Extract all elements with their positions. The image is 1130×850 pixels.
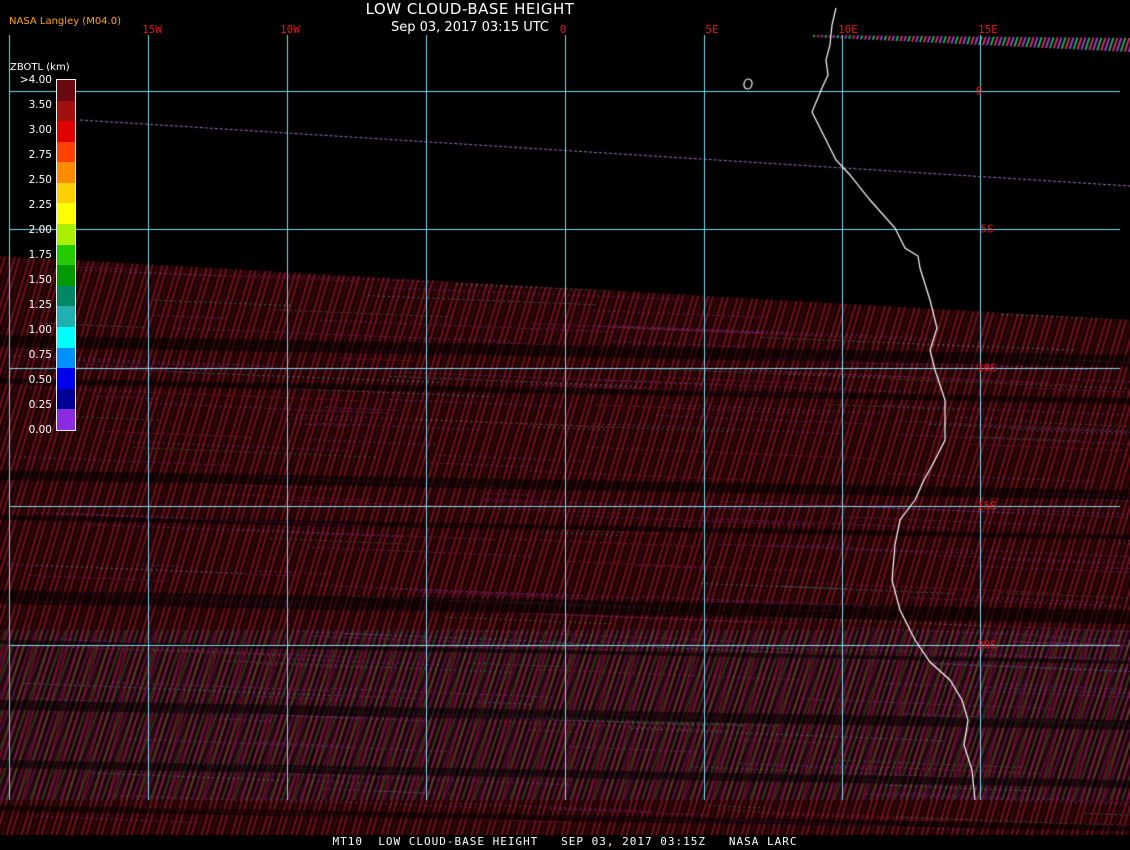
- lon-label-15e: 15E: [978, 23, 998, 36]
- legend-label: >4.00: [19, 74, 52, 86]
- legend-swatch: [57, 388, 75, 410]
- lat-label-0: 0: [975, 84, 983, 98]
- legend-swatch: [57, 100, 75, 122]
- legend-swatch: [57, 368, 75, 389]
- legend-label: 0.25: [28, 399, 52, 411]
- legend-label: 3.00: [28, 124, 52, 136]
- lat-label-5s: 5S: [980, 222, 994, 236]
- map-timestamp: Sep 03, 2017 03:15 UTC: [390, 20, 550, 35]
- legend-swatch: [57, 265, 75, 286]
- legend-swatch: [57, 306, 75, 327]
- legend-label: 0.75: [28, 349, 52, 361]
- legend-label: 2.50: [28, 174, 52, 186]
- legend-color-bar: [56, 79, 76, 431]
- producer-label: NASA Langley (M04.0): [9, 16, 121, 27]
- legend-swatch: [57, 326, 75, 348]
- legend-swatch: [57, 244, 75, 266]
- legend-label: 0.00: [28, 424, 52, 436]
- legend-swatch: [57, 182, 75, 204]
- legend-label: 2.25: [28, 199, 52, 211]
- legend-swatch: [57, 162, 75, 183]
- legend-label: 0.50: [28, 374, 52, 386]
- legend-label: 1.50: [28, 274, 52, 286]
- lat-label-10s: 10S: [977, 361, 997, 375]
- lon-label-10w: 10W: [280, 23, 300, 36]
- lon-label-0: 0: [559, 23, 567, 36]
- legend-swatch: [57, 203, 75, 225]
- legend-title: ZBOTL (km): [10, 62, 70, 73]
- map-title: LOW CLOUD-BASE HEIGHT: [365, 0, 575, 18]
- legend-label: 1.75: [28, 249, 52, 261]
- lat-label-20s: 20S: [977, 638, 997, 652]
- legend-label: 2.00: [28, 224, 52, 236]
- lon-label-5e: 5E: [705, 23, 719, 36]
- legend-label: 2.75: [28, 149, 52, 161]
- legend-swatch: [57, 121, 75, 142]
- legend-label: 3.50: [28, 99, 52, 111]
- legend-swatch: [57, 141, 75, 163]
- cloud-base-map: [0, 0, 1130, 850]
- lon-label-10e: 10E: [838, 23, 858, 36]
- legend-swatch: [57, 80, 75, 101]
- footer-caption: MT10 LOW CLOUD-BASE HEIGHT SEP 03, 2017 …: [332, 835, 798, 848]
- lat-label-15s: 15S: [977, 499, 997, 513]
- legend-swatch: [57, 347, 75, 369]
- legend-swatch: [57, 224, 75, 245]
- color-legend: ZBOTL (km) >4.00 3.50 3.00 2.75 2.50 2.2…: [8, 62, 78, 442]
- legend-swatch: [57, 409, 75, 430]
- legend-label: 1.25: [28, 299, 52, 311]
- legend-swatch: [57, 285, 75, 307]
- legend-label: 1.00: [28, 324, 52, 336]
- lon-label-15w: 15W: [142, 23, 162, 36]
